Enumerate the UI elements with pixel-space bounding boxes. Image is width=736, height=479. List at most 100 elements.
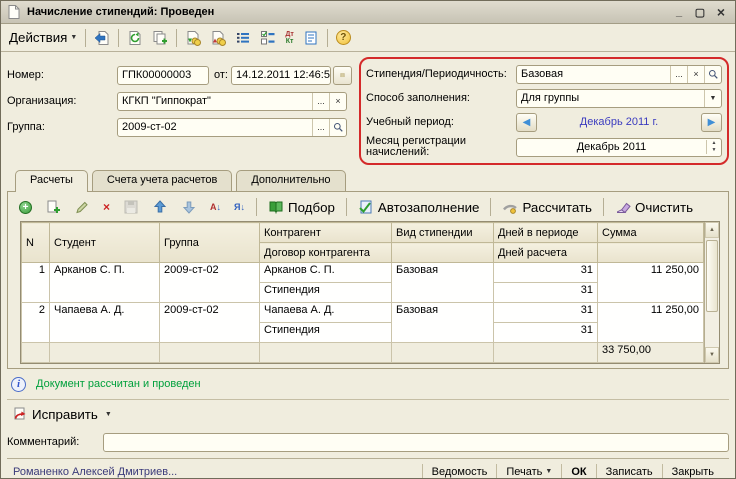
pick-button[interactable]: Подбор — [263, 196, 340, 218]
cell-sum[interactable]: 11 250,00 — [598, 263, 704, 303]
scroll-down-button[interactable]: ▼ — [705, 347, 719, 363]
cell-kind[interactable]: Базовая — [392, 303, 494, 343]
cell-sum[interactable]: 11 250,00 — [598, 303, 704, 343]
close-button[interactable]: × — [712, 5, 730, 20]
calculate-button[interactable]: Рассчитать — [497, 196, 597, 218]
registration-month-row: Месяц регистрации начислений: Декабрь 20… — [366, 134, 722, 160]
report-icon — [303, 30, 319, 46]
save-button[interactable]: Записать — [596, 464, 662, 479]
vertical-scrollbar[interactable]: ▲ ▼ — [704, 222, 719, 363]
vedomost-button[interactable]: Ведомость — [422, 464, 497, 479]
organization-input[interactable]: КГКП "Гиппократ" ... × — [117, 92, 347, 111]
movements-list-button[interactable] — [231, 27, 255, 49]
report-button[interactable] — [299, 27, 323, 49]
cell-days-period[interactable]: 31 — [494, 303, 598, 323]
arrow-up-icon — [152, 199, 168, 215]
choose-button[interactable]: ... — [312, 119, 329, 136]
stipend-input[interactable]: Базовая ... × — [516, 65, 722, 84]
sort-descending-button[interactable]: Я↓ — [229, 196, 250, 218]
tab-raschety[interactable]: Расчеты — [15, 170, 88, 192]
eraser-icon — [615, 199, 631, 215]
ok-button[interactable]: ОК — [561, 464, 595, 479]
caret-down-icon: ▼ — [105, 411, 112, 418]
group-input[interactable]: 2009-ст-02 ... — [117, 118, 347, 137]
spin-down-icon[interactable]: ▼ — [712, 147, 717, 154]
registration-month-input[interactable]: Декабрь 2011 ▲ ▼ — [516, 138, 722, 157]
income-register-icon — [185, 30, 201, 46]
fill-method-select[interactable]: Для группы ▼ — [516, 89, 722, 108]
move-down-button[interactable] — [176, 196, 202, 218]
main-toolbar: Действия ▼ — [1, 24, 735, 52]
window-title: Начисление стипендий: Проведен — [27, 6, 670, 18]
arrow-left-icon: ◀ — [523, 117, 531, 128]
actions-menu-button[interactable]: Действия ▼ — [5, 27, 81, 49]
cell-student[interactable]: Чапаева А. Д. — [50, 303, 160, 343]
choose-button[interactable]: ... — [312, 93, 329, 110]
cell-days-calc[interactable]: 31 — [494, 323, 598, 343]
maximize-button[interactable]: ▢ — [691, 5, 709, 20]
date-input[interactable]: 14.12.2011 12:46:55 — [231, 66, 331, 85]
total-empty — [160, 343, 260, 363]
scroll-thumb[interactable] — [706, 240, 718, 312]
number-input[interactable]: ГПК00000003 — [117, 66, 209, 85]
copy-button[interactable] — [148, 27, 172, 49]
posting-mode-button[interactable] — [256, 27, 280, 49]
cell-contract[interactable]: Стипендия — [260, 323, 392, 343]
tab-scheta-ucheta[interactable]: Счета учета расчетов — [92, 170, 232, 191]
calculate-label: Рассчитать — [522, 200, 592, 215]
calendar-button[interactable] — [333, 66, 352, 85]
help-button[interactable]: ? — [332, 27, 355, 49]
fix-button[interactable]: Исправить ▼ — [7, 403, 117, 425]
cell-kind[interactable]: Базовая — [392, 263, 494, 303]
cell-n[interactable]: 2 — [22, 303, 50, 343]
edit-row-button[interactable] — [69, 196, 95, 218]
expense-register-button[interactable] — [206, 27, 230, 49]
close-form-button[interactable]: Закрыть — [662, 464, 723, 479]
sort-ascending-button[interactable]: А↓ — [205, 196, 226, 218]
cell-group[interactable]: 2009-ст-02 — [160, 263, 260, 303]
end-edit-button[interactable] — [118, 196, 144, 218]
move-up-button[interactable] — [147, 196, 173, 218]
cell-contractor[interactable]: Арканов С. П. — [260, 263, 392, 283]
tab-dopolnitelno[interactable]: Дополнительно — [236, 170, 345, 191]
cell-days-calc[interactable]: 31 — [494, 283, 598, 303]
clear-button[interactable]: × — [687, 66, 704, 83]
cell-group[interactable]: 2009-ст-02 — [160, 303, 260, 343]
cell-contract[interactable]: Стипендия — [260, 283, 392, 303]
delete-row-button[interactable]: × — [98, 196, 115, 218]
reread-button[interactable] — [123, 27, 147, 49]
comment-input[interactable] — [103, 433, 729, 452]
scroll-track[interactable] — [705, 314, 719, 347]
col-sum: Сумма — [598, 223, 704, 243]
cell-days-period[interactable]: 31 — [494, 263, 598, 283]
income-register-button[interactable] — [181, 27, 205, 49]
study-period-label: Учебный период: — [366, 117, 516, 128]
cell-n[interactable]: 1 — [22, 263, 50, 303]
total-empty — [260, 343, 392, 363]
cell-contractor[interactable]: Чапаева А. Д. — [260, 303, 392, 323]
spin-up-icon[interactable]: ▲ — [712, 140, 717, 147]
add-row-button[interactable]: + — [14, 196, 37, 218]
previous-period-button[interactable]: ◀ — [516, 113, 537, 132]
choose-button[interactable]: ... — [670, 66, 687, 83]
pencil-icon — [74, 199, 90, 215]
post-document-button[interactable] — [90, 27, 114, 49]
spinner[interactable]: ▲ ▼ — [706, 140, 721, 154]
arrow-right-icon: ▶ — [708, 117, 716, 128]
clear-table-button[interactable]: Очистить — [610, 196, 698, 218]
col-contractor: Контрагент — [260, 223, 392, 243]
dropdown-arrow-icon[interactable]: ▼ — [704, 90, 721, 107]
scroll-up-button[interactable]: ▲ — [705, 222, 719, 238]
clear-button[interactable]: × — [329, 93, 346, 110]
cell-student[interactable]: Арканов С. П. — [50, 263, 160, 303]
copy-row-button[interactable] — [40, 196, 66, 218]
minimize-button[interactable]: _ — [670, 5, 688, 20]
save-icon — [123, 199, 139, 215]
print-button[interactable]: Печать ▼ — [496, 464, 561, 479]
open-button[interactable] — [329, 119, 346, 136]
next-period-button[interactable]: ▶ — [701, 113, 722, 132]
open-button[interactable] — [704, 66, 721, 83]
movements-list-icon — [235, 30, 251, 46]
dt-kt-button[interactable]: ДтКт — [281, 27, 297, 49]
autofill-button[interactable]: Автозаполнение — [353, 196, 485, 218]
